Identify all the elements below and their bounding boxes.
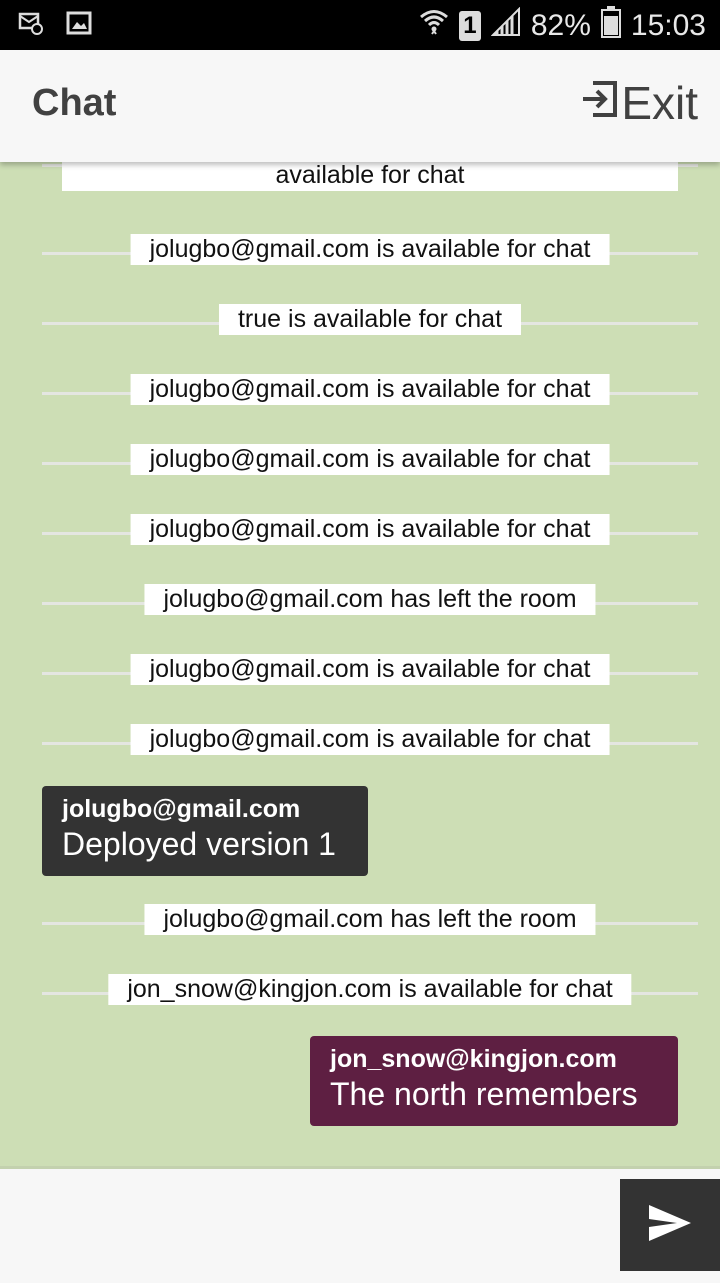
system-message-text: available for chat (62, 162, 678, 191)
clock: 15:03 (630, 9, 706, 42)
signal-icon (490, 6, 521, 45)
battery-icon (600, 6, 621, 46)
send-icon (647, 1203, 693, 1247)
sim-slot-badge: 1 (458, 11, 481, 41)
system-message: jolugbo@gmail.com has left the room (42, 904, 698, 944)
system-message: jolugbo@gmail.com is available for chat (42, 374, 698, 414)
system-message: true is available for chat (42, 304, 698, 344)
system-message-text: jolugbo@gmail.com is available for chat (130, 514, 610, 545)
system-message-text: jolugbo@gmail.com is available for chat (130, 724, 610, 755)
system-message-text: jolugbo@gmail.com is available for chat (130, 234, 610, 265)
system-message-text: jolugbo@gmail.com has left the room (144, 584, 596, 615)
system-message-text: true is available for chat (218, 304, 522, 335)
image-notification-icon (66, 10, 92, 40)
message-text: The north remembers (330, 1076, 638, 1112)
message-text: Deployed version 1 (62, 826, 336, 862)
system-message: available for chat (42, 162, 698, 200)
system-message: jolugbo@gmail.com is available for chat (42, 234, 698, 274)
send-button[interactable] (620, 1179, 720, 1271)
system-message: jolugbo@gmail.com is available for chat (42, 724, 698, 764)
exit-label: Exit (621, 77, 698, 129)
message-sender: jolugbo@gmail.com (62, 795, 301, 823)
battery-percent: 82% (530, 9, 591, 42)
page-title: Chat (32, 82, 117, 124)
app-bar: Chat Exit (0, 50, 720, 162)
incoming-message-bubble[interactable]: jolugbo@gmail.com Deployed version 1 (42, 786, 368, 876)
system-message: jolugbo@gmail.com is available for chat (42, 444, 698, 484)
system-message-text: jolugbo@gmail.com has left the room (144, 904, 596, 935)
system-message: jon_snow@kingjon.com is available for ch… (42, 974, 698, 1014)
system-message: jolugbo@gmail.com is available for chat (42, 514, 698, 554)
chat-message-list[interactable]: available for chat jolugbo@gmail.com is … (0, 162, 720, 1166)
system-message-text: jolugbo@gmail.com is available for chat (130, 374, 610, 405)
system-message-text: jolugbo@gmail.com is available for chat (130, 654, 610, 685)
status-bar: 1 82% 15:03 (0, 0, 720, 50)
system-message: jolugbo@gmail.com is available for chat (42, 654, 698, 694)
system-message-text: jon_snow@kingjon.com is available for ch… (108, 974, 632, 1005)
system-message: jolugbo@gmail.com has left the room (42, 584, 698, 624)
exit-button[interactable]: Exit (579, 76, 698, 130)
outgoing-message-bubble[interactable]: jon_snow@kingjon.com The north remembers (310, 1036, 678, 1126)
email-notification-icon (18, 10, 44, 40)
wifi-icon (419, 7, 449, 45)
system-message-text: jolugbo@gmail.com is available for chat (130, 444, 610, 475)
exit-icon (579, 76, 619, 130)
message-input[interactable] (0, 1169, 610, 1279)
message-composer (0, 1166, 720, 1283)
message-sender: jon_snow@kingjon.com (330, 1045, 617, 1073)
